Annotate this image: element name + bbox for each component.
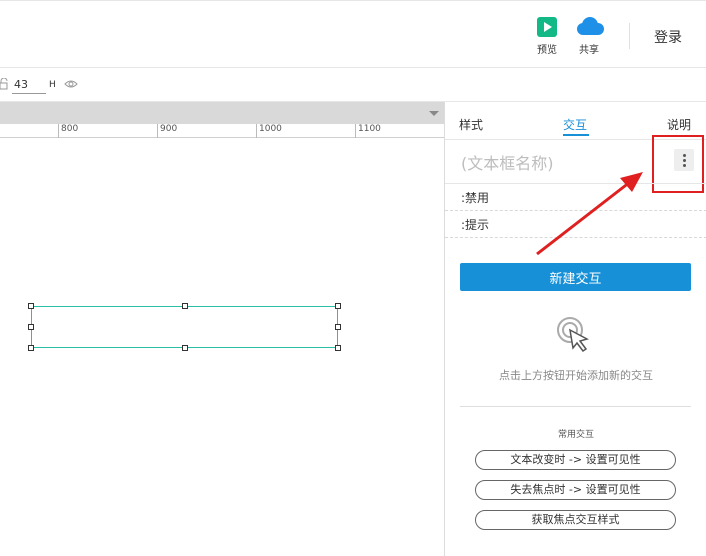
ruler-major-tick bbox=[58, 124, 59, 138]
preview-button[interactable]: 预览 bbox=[527, 17, 567, 56]
pointer-click-icon bbox=[557, 317, 589, 353]
option-hint[interactable]: :提示 bbox=[461, 216, 489, 233]
top-toolbar: 预览 共享 登录 bbox=[0, 0, 706, 68]
empty-state-hint: 点击上方按钮开始添加新的交互 bbox=[499, 369, 653, 382]
login-button[interactable]: 登录 bbox=[654, 27, 682, 47]
option-disabled[interactable]: :禁用 bbox=[461, 189, 489, 206]
tab-style[interactable]: 样式 bbox=[459, 116, 483, 133]
resize-handle[interactable] bbox=[335, 345, 341, 351]
eye-icon[interactable] bbox=[64, 79, 78, 89]
resize-handle[interactable] bbox=[182, 303, 188, 309]
resize-handle[interactable] bbox=[335, 324, 341, 330]
ruler-tick-label: 1000 bbox=[259, 124, 282, 134]
ruler-major-tick bbox=[256, 124, 257, 138]
ruler-major-tick bbox=[157, 124, 158, 138]
new-interaction-button[interactable]: 新建交互 bbox=[460, 263, 691, 291]
annotation-highlight-box bbox=[652, 135, 704, 193]
resize-handle[interactable] bbox=[182, 345, 188, 351]
active-tab-indicator bbox=[563, 134, 589, 136]
horizontal-ruler: 800 900 1000 1100 bbox=[0, 124, 444, 138]
resize-handle[interactable] bbox=[335, 303, 341, 309]
common-interaction-focus-style[interactable]: 获取焦点交互样式 bbox=[475, 510, 676, 530]
lock-icon[interactable] bbox=[0, 78, 8, 90]
resize-handle[interactable] bbox=[28, 324, 34, 330]
option-divider bbox=[445, 237, 706, 238]
ruler-tick-label: 800 bbox=[61, 124, 79, 134]
common-interaction-text-change[interactable]: 文本改变时 -> 设置可见性 bbox=[475, 450, 676, 470]
play-icon bbox=[537, 17, 557, 37]
option-divider bbox=[445, 210, 706, 211]
property-bar: 43 H bbox=[0, 68, 706, 102]
interaction-panel: 样式 交互 说明 (文本框名称) :禁用 :提示 新建交互 点击上方按钮开始添加… bbox=[444, 102, 706, 556]
height-input[interactable]: 43 bbox=[12, 76, 46, 94]
widget-name-field[interactable]: (文本框名称) bbox=[461, 150, 554, 174]
common-interactions-title: 常用交互 bbox=[557, 430, 594, 440]
ruler-tick-label: 900 bbox=[160, 124, 178, 134]
height-unit-label: H bbox=[49, 80, 56, 90]
tab-notes[interactable]: 说明 bbox=[667, 116, 691, 133]
ruler-tick-label: 1100 bbox=[358, 124, 381, 134]
ruler-major-tick bbox=[355, 124, 356, 138]
preview-label: 预览 bbox=[537, 45, 557, 56]
common-interaction-blur[interactable]: 失去焦点时 -> 设置可见性 bbox=[475, 480, 676, 500]
tab-interaction[interactable]: 交互 bbox=[563, 116, 587, 133]
toolbar-divider bbox=[629, 23, 630, 49]
section-divider bbox=[460, 406, 691, 407]
resize-handle[interactable] bbox=[28, 345, 34, 351]
cloud-icon bbox=[577, 17, 604, 35]
ruler-header bbox=[0, 102, 444, 124]
share-label: 共享 bbox=[579, 45, 599, 56]
name-divider bbox=[445, 183, 706, 184]
chevron-down-icon[interactable] bbox=[429, 111, 439, 116]
resize-handle[interactable] bbox=[28, 303, 34, 309]
selected-text-field-widget[interactable] bbox=[28, 303, 341, 351]
share-button[interactable]: 共享 bbox=[569, 17, 609, 56]
